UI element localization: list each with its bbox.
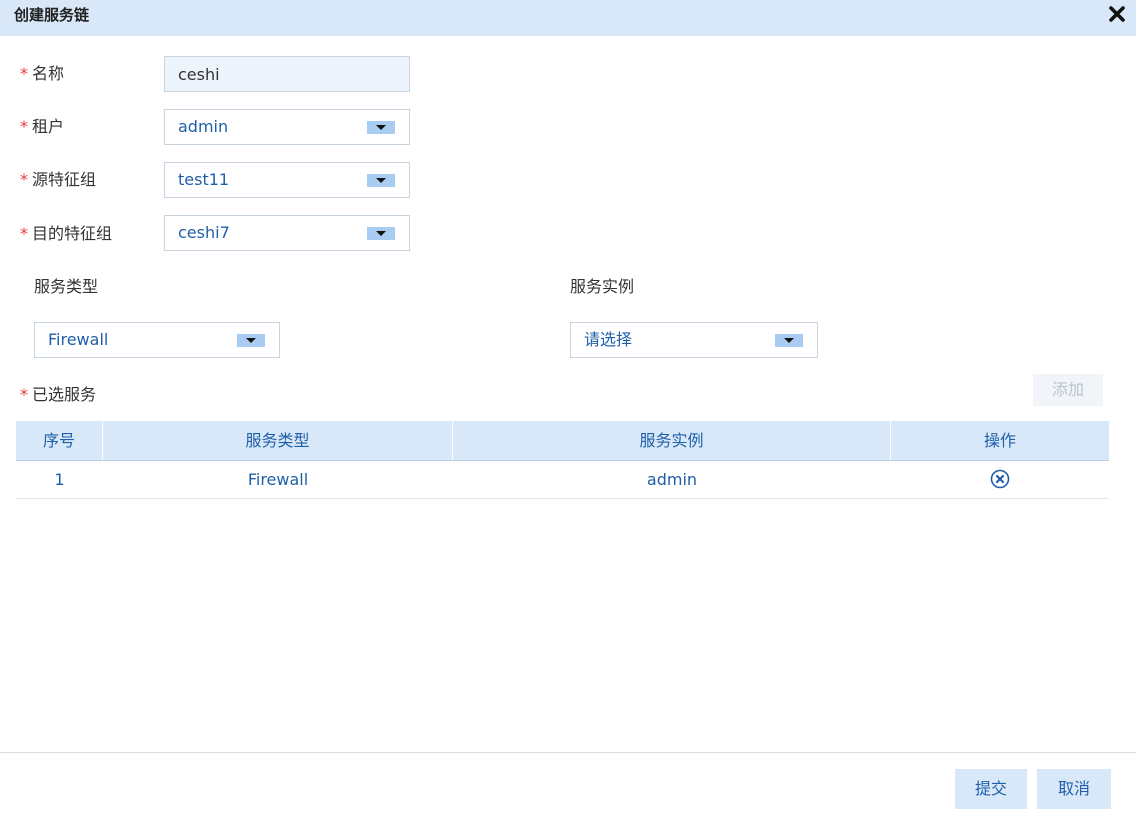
create-service-chain-dialog: 创建服务链 *名称 *租户 admin *源特征组 test11 *目的特征组 … — [0, 0, 1136, 820]
required-mark: * — [20, 117, 28, 136]
cell-action — [891, 461, 1109, 498]
dropdown-arrow-icon[interactable] — [237, 334, 265, 347]
close-button[interactable] — [1106, 3, 1128, 25]
close-icon — [1109, 6, 1125, 22]
dest-group-select-value: ceshi7 — [178, 223, 230, 242]
required-mark: * — [20, 64, 28, 83]
dialog-titlebar: 创建服务链 — [0, 0, 1136, 36]
tenant-label: * 租户 — [20, 117, 64, 137]
column-header-service-instance: 服务实例 — [453, 421, 891, 460]
add-button[interactable]: 添加 — [1033, 374, 1103, 406]
selected-services-table: 序号 服务类型 服务实例 操作 1 Firewall admin — [16, 421, 1109, 499]
tenant-label-text: 租户 — [32, 117, 65, 136]
dropdown-arrow-icon[interactable] — [775, 334, 803, 347]
dropdown-arrow-icon[interactable] — [367, 174, 395, 187]
required-mark: * — [20, 224, 28, 243]
dest-group-select[interactable]: ceshi7 — [164, 215, 410, 251]
name-label: * 名称 — [20, 64, 64, 84]
dropdown-arrow-icon[interactable] — [367, 121, 395, 134]
source-group-select[interactable]: test11 — [164, 162, 410, 198]
source-group-label: * 源特征组 — [20, 170, 96, 190]
tenant-select[interactable]: admin — [164, 109, 410, 145]
name-label-text: 名称 — [32, 64, 65, 83]
column-header-action: 操作 — [983, 431, 1016, 450]
cell-service-instance: admin — [646, 470, 698, 489]
dest-group-label: * 目的特征组 — [20, 224, 112, 244]
tenant-select-value: admin — [178, 117, 229, 136]
service-type-label: 服务类型 — [34, 277, 99, 296]
dialog-title: 创建服务链 — [14, 6, 90, 24]
source-group-select-value: test11 — [178, 170, 230, 189]
source-group-label-text: 源特征组 — [32, 170, 97, 189]
submit-button[interactable]: 提交 — [955, 769, 1027, 809]
service-type-select[interactable]: Firewall — [34, 322, 280, 358]
cancel-button[interactable]: 取消 — [1037, 769, 1111, 809]
required-mark: * — [20, 385, 28, 404]
service-instance-select-value: 请选择 — [584, 330, 633, 349]
remove-icon[interactable] — [990, 469, 1010, 489]
service-type-select-value: Firewall — [48, 330, 109, 349]
service-instance-select[interactable]: 请选择 — [570, 322, 818, 358]
column-header-index: 序号 — [16, 421, 103, 460]
table-header: 序号 服务类型 服务实例 操作 — [16, 421, 1109, 461]
required-mark: * — [20, 170, 28, 189]
dest-group-label-text: 目的特征组 — [32, 224, 113, 243]
service-instance-label: 服务实例 — [570, 277, 635, 296]
footer-divider — [0, 752, 1136, 753]
cell-service-type: Firewall — [247, 470, 309, 489]
cell-index: 1 — [54, 470, 65, 489]
selected-services-label: * 已选服务 — [20, 385, 96, 405]
column-header-service-type: 服务类型 — [103, 421, 453, 460]
dropdown-arrow-icon[interactable] — [367, 227, 395, 240]
table-row: 1 Firewall admin — [16, 461, 1109, 499]
name-input[interactable] — [164, 56, 410, 92]
selected-services-label-text: 已选服务 — [32, 385, 97, 404]
